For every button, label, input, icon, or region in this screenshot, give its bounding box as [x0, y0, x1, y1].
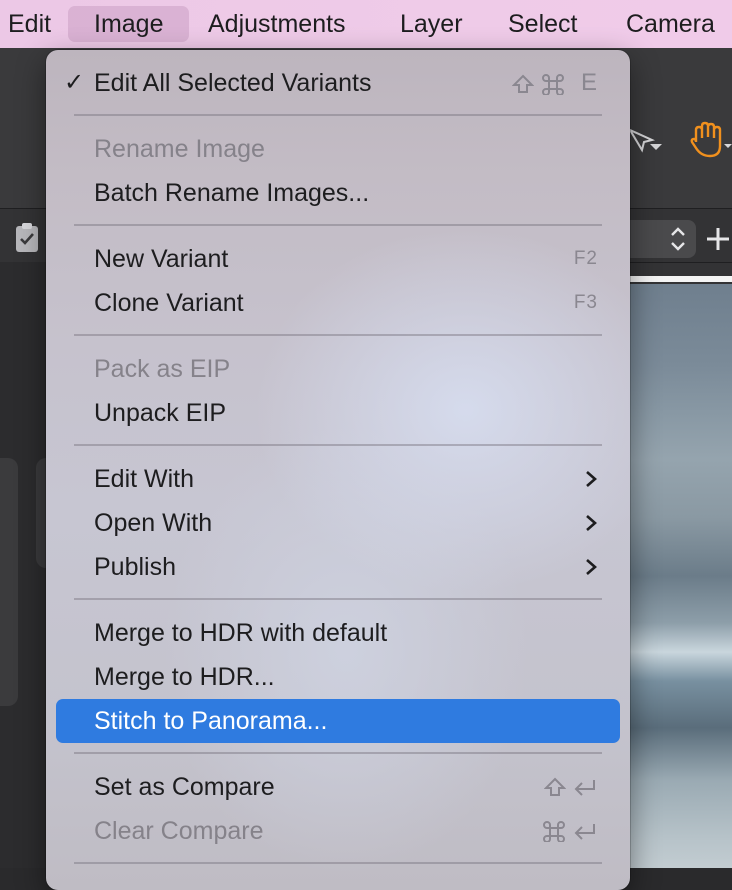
menu-separator [74, 334, 602, 336]
chevron-right-icon [586, 559, 597, 575]
menu-item-shortcut: F3 [573, 292, 598, 313]
chevron-right-icon [586, 471, 597, 487]
menu-item-label: Merge to HDR with default [94, 619, 388, 647]
command-icon [542, 821, 565, 842]
menu-item-batch-rename-images[interactable]: Batch Rename Images... [56, 171, 620, 215]
menu-item-publish[interactable]: Publish [56, 545, 620, 589]
menu-item-label: Unpack EIP [94, 399, 227, 427]
add-icon[interactable] [704, 224, 732, 254]
menu-item-label: Stitch to Panorama... [94, 707, 328, 735]
return-icon [574, 779, 595, 796]
menu-item-clone-variant[interactable]: Clone Variant F3 [56, 281, 620, 325]
menu-camera[interactable]: Camera [610, 6, 731, 42]
menu-item-label: Clone Variant [94, 289, 244, 317]
photo-frame [630, 276, 732, 282]
menu-separator [74, 752, 602, 754]
menu-separator [74, 598, 602, 600]
shift-icon [511, 74, 534, 93]
menu-item-shortcut [543, 765, 598, 809]
menu-item-shortcut: F2 [573, 248, 598, 269]
menu-separator [74, 862, 602, 864]
left-panel-card [0, 458, 18, 706]
menu-item-label: New Variant [94, 245, 229, 273]
menu-separator [74, 114, 602, 116]
command-icon [542, 73, 565, 95]
menu-item-shortcut: E [511, 61, 598, 105]
image-menu-dropdown: ✓ Edit All Selected Variants E Rename Im… [46, 50, 630, 890]
menu-item-rename-image: Rename Image [56, 127, 620, 171]
menu-item-edit-all-selected-variants[interactable]: ✓ Edit All Selected Variants E [56, 61, 620, 105]
checkmark-icon: ✓ [64, 69, 85, 96]
menu-item-label: Merge to HDR... [94, 663, 275, 691]
menu-item-label: Edit All Selected Variants [94, 69, 372, 97]
stepper-arrows-icon[interactable] [666, 224, 690, 254]
menu-image[interactable]: Image [68, 6, 190, 42]
menu-item-label: Batch Rename Images... [94, 179, 370, 207]
menu-item-merge-hdr[interactable]: Merge to HDR... [56, 655, 620, 699]
menu-layer[interactable]: Layer [384, 6, 479, 42]
menu-item-stitch-panorama[interactable]: Stitch to Panorama... [56, 699, 620, 743]
photo-preview [630, 284, 732, 868]
menu-item-unpack-eip[interactable]: Unpack EIP [56, 391, 620, 435]
menu-item-pack-as-eip: Pack as EIP [56, 347, 620, 391]
menu-bar: Edit Image Adjustments Layer Select Came… [0, 0, 732, 48]
chevron-right-icon [586, 515, 597, 531]
menu-item-label: Open With [94, 509, 213, 537]
menu-edit[interactable]: Edit [0, 6, 67, 42]
menu-select[interactable]: Select [492, 6, 593, 42]
clipboard-icon[interactable] [14, 222, 40, 254]
menu-item-label: Rename Image [94, 135, 265, 163]
menu-adjustments[interactable]: Adjustments [192, 6, 362, 42]
menu-item-label: Set as Compare [94, 773, 275, 801]
menu-item-label: Publish [94, 553, 176, 581]
menu-item-new-variant[interactable]: New Variant F2 [56, 237, 620, 281]
shift-icon [543, 777, 566, 796]
hand-tool-icon[interactable] [688, 120, 732, 160]
menu-item-shortcut [542, 809, 598, 853]
select-tool-icon[interactable] [628, 126, 664, 160]
menu-item-set-as-compare[interactable]: Set as Compare [56, 765, 620, 809]
menu-item-open-with[interactable]: Open With [56, 501, 620, 545]
menu-item-merge-hdr-default[interactable]: Merge to HDR with default [56, 611, 620, 655]
menu-item-clear-compare: Clear Compare [56, 809, 620, 853]
menu-item-label: Clear Compare [94, 817, 264, 845]
menu-item-label: Edit With [94, 465, 195, 493]
menu-item-label: Pack as EIP [94, 355, 231, 383]
menu-separator [74, 224, 602, 226]
menu-item-edit-with[interactable]: Edit With [56, 457, 620, 501]
shortcut-key: E [580, 69, 598, 96]
return-icon [574, 823, 595, 840]
menu-separator [74, 444, 602, 446]
